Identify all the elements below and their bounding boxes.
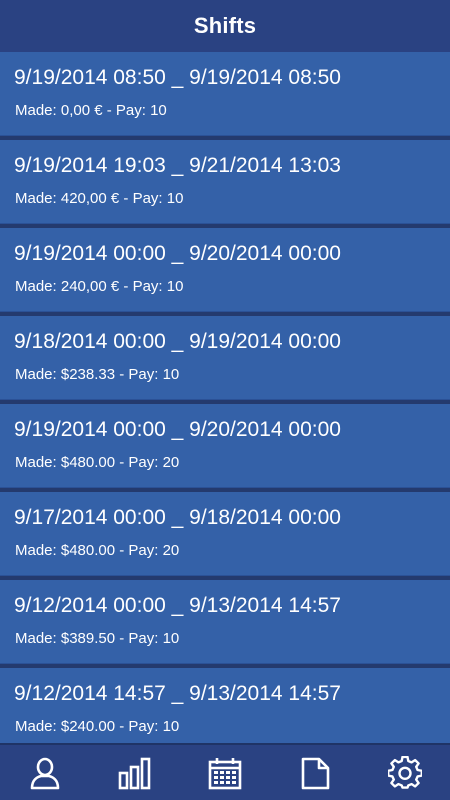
shift-date-range: 9/18/2014 00:00 _ 9/19/2014 00:00 [14,330,341,353]
shift-earnings: Made: 0,00 € - Pay: 10 [15,102,167,119]
shift-earnings: Made: $240.00 - Pay: 10 [15,718,180,735]
reports-tab-button[interactable] [285,745,345,800]
shift-date-range: 9/19/2014 08:50 _ 9/19/2014 08:50 [14,66,341,89]
shift-date-range: 9/19/2014 19:03 _ 9/21/2014 13:03 [14,154,341,177]
shift-list-item[interactable]: 9/19/2014 00:00 _ 9/20/2014 00:00 Made: … [0,404,450,488]
shift-earnings: Made: $238.33 - Pay: 10 [15,366,180,383]
bar-chart-icon [118,757,151,789]
title-bar: Shifts [0,0,450,52]
bottom-navigation [0,743,450,800]
gear-icon [388,755,422,789]
profile-tab-button[interactable] [15,745,75,800]
person-icon [30,757,60,789]
shift-date-range: 9/12/2014 00:00 _ 9/13/2014 14:57 [14,594,341,617]
shift-list[interactable]: 9/19/2014 08:50 _ 9/19/2014 08:50 Made: … [0,52,450,743]
settings-tab-button[interactable] [375,745,435,800]
calendar-icon [208,757,242,789]
calendar-tab-button[interactable] [195,745,255,800]
app-screen: Shifts 9/19/2014 08:50 _ 9/19/2014 08:50… [0,0,450,800]
shift-earnings: Made: $480.00 - Pay: 20 [15,542,180,559]
shift-list-item[interactable]: 9/12/2014 14:57 _ 9/13/2014 14:57 Made: … [0,668,450,743]
shift-list-item[interactable]: 9/19/2014 19:03 _ 9/21/2014 13:03 Made: … [0,140,450,224]
shift-earnings: Made: 240,00 € - Pay: 10 [15,278,184,295]
shift-list-item[interactable]: 9/12/2014 00:00 _ 9/13/2014 14:57 Made: … [0,580,450,664]
shift-date-range: 9/12/2014 14:57 _ 9/13/2014 14:57 [14,682,341,705]
stats-tab-button[interactable] [105,745,165,800]
shift-list-item[interactable]: 9/19/2014 00:00 _ 9/20/2014 00:00 Made: … [0,228,450,312]
shift-list-item[interactable]: 9/19/2014 08:50 _ 9/19/2014 08:50 Made: … [0,52,450,136]
shift-earnings: Made: $389.50 - Pay: 10 [15,630,180,647]
shift-date-range: 9/17/2014 00:00 _ 9/18/2014 00:00 [14,506,341,529]
shift-date-range: 9/19/2014 00:00 _ 9/20/2014 00:00 [14,242,341,265]
shift-list-item[interactable]: 9/17/2014 00:00 _ 9/18/2014 00:00 Made: … [0,492,450,576]
shift-earnings: Made: 420,00 € - Pay: 10 [15,190,184,207]
document-icon [301,757,330,789]
shift-list-item[interactable]: 9/18/2014 00:00 _ 9/19/2014 00:00 Made: … [0,316,450,400]
shift-earnings: Made: $480.00 - Pay: 20 [15,454,180,471]
page-title: Shifts [193,13,257,38]
shift-date-range: 9/19/2014 00:00 _ 9/20/2014 00:00 [14,418,341,441]
